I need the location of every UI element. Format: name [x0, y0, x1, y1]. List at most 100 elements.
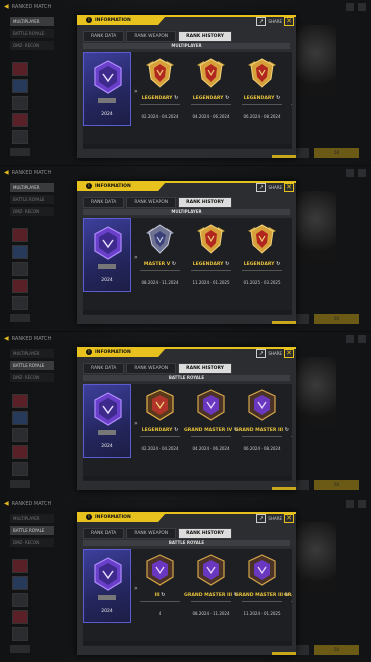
tab-rank-history[interactable]: RANK HISTORY [178, 31, 232, 42]
share-label[interactable]: SHARE [268, 351, 282, 356]
share-label[interactable]: SHARE [268, 516, 282, 521]
rank-history-item[interactable]: L ↻ 0 [289, 56, 292, 132]
grandmaster-purple-icon [196, 554, 226, 586]
bg-header: ◀ RANKED MATCH [4, 3, 52, 10]
avatar [12, 576, 28, 590]
back-icon: ◀ [4, 500, 9, 507]
tab-rank-weapon[interactable]: RANK WEAPON [126, 528, 177, 539]
avatar [12, 462, 28, 476]
bg-menu-item[interactable]: MULTIPLAYER [10, 514, 54, 523]
confirm-button[interactable]: 50 [314, 314, 359, 324]
close-icon[interactable]: ✕ [284, 17, 294, 26]
confirm-button[interactable]: 50 [314, 480, 359, 490]
rank-history-panel[interactable]: 2024 » III ↻ 4 GRAND MASTER III ↻ 08.202… [83, 549, 292, 646]
rank-history-panel[interactable]: 2024 » LEGENDARY ↻ 02.2024 - 04.2024 GRA… [83, 384, 292, 481]
tab-rank-data[interactable]: RANK DATA [83, 31, 125, 42]
modal-title: INFORMATION [95, 17, 131, 23]
current-rank-card[interactable]: 2024 [83, 218, 131, 292]
information-modal: i INFORMATION ↗ SHARE ✕ RANK DATA RANK WE… [77, 512, 296, 655]
mode-header: BATTLE ROYALE [83, 540, 290, 546]
share-icon[interactable]: ↗ [256, 349, 267, 358]
bg-menu-item[interactable]: MULTIPLAYER [10, 183, 54, 192]
mode-header: BATTLE ROYALE [83, 375, 290, 381]
accent-bar [272, 487, 296, 490]
tab-rank-data[interactable]: RANK DATA [83, 528, 125, 539]
current-rank-card[interactable]: 2024 [83, 549, 131, 623]
share-icon[interactable]: ↗ [256, 17, 267, 26]
current-rank-card[interactable]: 2024 [83, 384, 131, 458]
bg-menu-item[interactable]: DMZ- RECON [10, 373, 54, 382]
modal-actions: ↗ SHARE ✕ [256, 17, 294, 26]
share-icon[interactable]: ↗ [256, 183, 267, 192]
bg-avatar-list [12, 228, 28, 313]
divider [291, 601, 292, 602]
tab-rank-history[interactable]: RANK HISTORY [178, 197, 232, 208]
rank-history-item[interactable]: GRAND MASTER III ↻ 08.2024 - 11.2024 [184, 553, 238, 629]
close-icon[interactable]: ✕ [284, 514, 294, 523]
close-icon[interactable]: ✕ [284, 349, 294, 358]
rank-history-item[interactable]: LEGENDARY ↻ 04.2024 - 06.2024 [189, 56, 233, 132]
bg-avatar-list [12, 559, 28, 644]
bg-menu-item[interactable]: BATTLE ROYALE [10, 195, 54, 204]
tab-rank-history[interactable]: RANK HISTORY [178, 363, 232, 374]
menu-icon [358, 3, 366, 11]
tab-rank-weapon[interactable]: RANK WEAPON [126, 31, 177, 42]
rank-history-item[interactable]: LEGENDARY ↻ 11.2024 - 01.2025 [189, 222, 233, 298]
bg-menu-item[interactable]: DMZ- RECON [10, 207, 54, 216]
screenshot-frame: ◀ RANKED MATCH MULTIPLAYER BATTLE ROYALE DM… [0, 497, 371, 662]
bg-menu-item[interactable]: BATTLE ROYALE [10, 361, 54, 370]
share-icon[interactable]: ↗ [256, 514, 267, 523]
tab-rank-data[interactable]: RANK DATA [83, 363, 125, 374]
bg-menu-item[interactable]: MULTIPLAYER [10, 349, 54, 358]
avatar [12, 113, 28, 127]
rank-history-item[interactable]: GRAN ↻ [289, 388, 292, 464]
rank-history-item[interactable]: III ↻ 4 [138, 553, 182, 629]
rank-name: LEGENDARY ↻ [243, 261, 281, 267]
rank-history-item[interactable]: LEGENDARY ↻ 02.2024 - 04.2024 [138, 56, 182, 132]
confirm-button[interactable]: 50 [314, 645, 359, 655]
rank-sub-label [98, 595, 116, 600]
rank-history-panel[interactable]: 2024 » LEGENDARY ↻ 02.2024 - 04.2024 LEG… [83, 52, 292, 149]
current-rank-card[interactable]: 2024 [83, 52, 131, 126]
rank-history-item[interactable]: GRAND MASTER III ↻ 01.2025 - 03.2025 [284, 553, 292, 629]
bg-menu-item[interactable]: DMZ- RECON [10, 538, 54, 547]
rank-history-item[interactable]: GRAND MASTER III ↻ 06.2024 - 08.2024 [235, 388, 289, 464]
confirm-button[interactable]: 50 [314, 148, 359, 158]
divider [140, 270, 180, 271]
rank-sub-label [98, 430, 116, 435]
share-label[interactable]: SHARE [268, 19, 282, 24]
bg-menu-item[interactable]: BATTLE ROYALE [10, 526, 54, 535]
bg-menu-item[interactable]: BATTLE ROYALE [10, 29, 54, 38]
divider [191, 436, 231, 437]
rank-history-item[interactable]: LEGENDARY ↻ 01.2025 - 03.2025 [240, 222, 284, 298]
rank-sub-label [98, 98, 116, 103]
tab-rank-weapon[interactable]: RANK WEAPON [126, 363, 177, 374]
rank-history-item[interactable]: LEGENDARY ↻ 02.2024 - 04.2024 [138, 388, 182, 464]
bg-rank-emblem [296, 25, 336, 95]
avatar [12, 228, 28, 242]
tab-rank-history[interactable]: RANK HISTORY [178, 528, 232, 539]
rank-history-panel[interactable]: 2024 » MASTER V ↻ 08.2024 - 11.2024 LEGE… [83, 218, 292, 315]
bg-menu-item[interactable]: MULTIPLAYER [10, 17, 54, 26]
rank-history-item[interactable]: GRAND MASTER IV ↻ 04.2024 - 06.2024 [184, 388, 238, 464]
bg-menu: MULTIPLAYER BATTLE ROYALE DMZ- RECON [10, 183, 54, 219]
bg-menu-item[interactable]: DMZ- RECON [10, 41, 54, 50]
avatar [12, 262, 28, 276]
tab-rank-weapon[interactable]: RANK WEAPON [126, 197, 177, 208]
bg-avatar-list [12, 62, 28, 147]
panel-footer [83, 641, 292, 645]
avatar [12, 559, 28, 573]
info-icon: i [86, 514, 92, 520]
share-label[interactable]: SHARE [268, 185, 282, 190]
rank-sub-label [98, 264, 116, 269]
tab-rank-data[interactable]: RANK DATA [83, 197, 125, 208]
rank-history-item[interactable]: GRAND MASTER III ↻ 11.2024 - 01.2025 [235, 553, 289, 629]
avatar [12, 593, 28, 607]
rank-history-item[interactable]: LEGENDARY ↻ 06.2024 - 08.2024 [240, 56, 284, 132]
rank-history-item[interactable]: MASTER V ↻ 08.2024 - 11.2024 [138, 222, 182, 298]
close-icon[interactable]: ✕ [284, 183, 294, 192]
rank-name: GRAND MASTER III ↻ [284, 593, 292, 598]
rank-mark-icon: ↻ [225, 95, 230, 101]
rank-date: 4 [158, 611, 162, 616]
bg-header: ◀ RANKED MATCH [4, 169, 52, 176]
